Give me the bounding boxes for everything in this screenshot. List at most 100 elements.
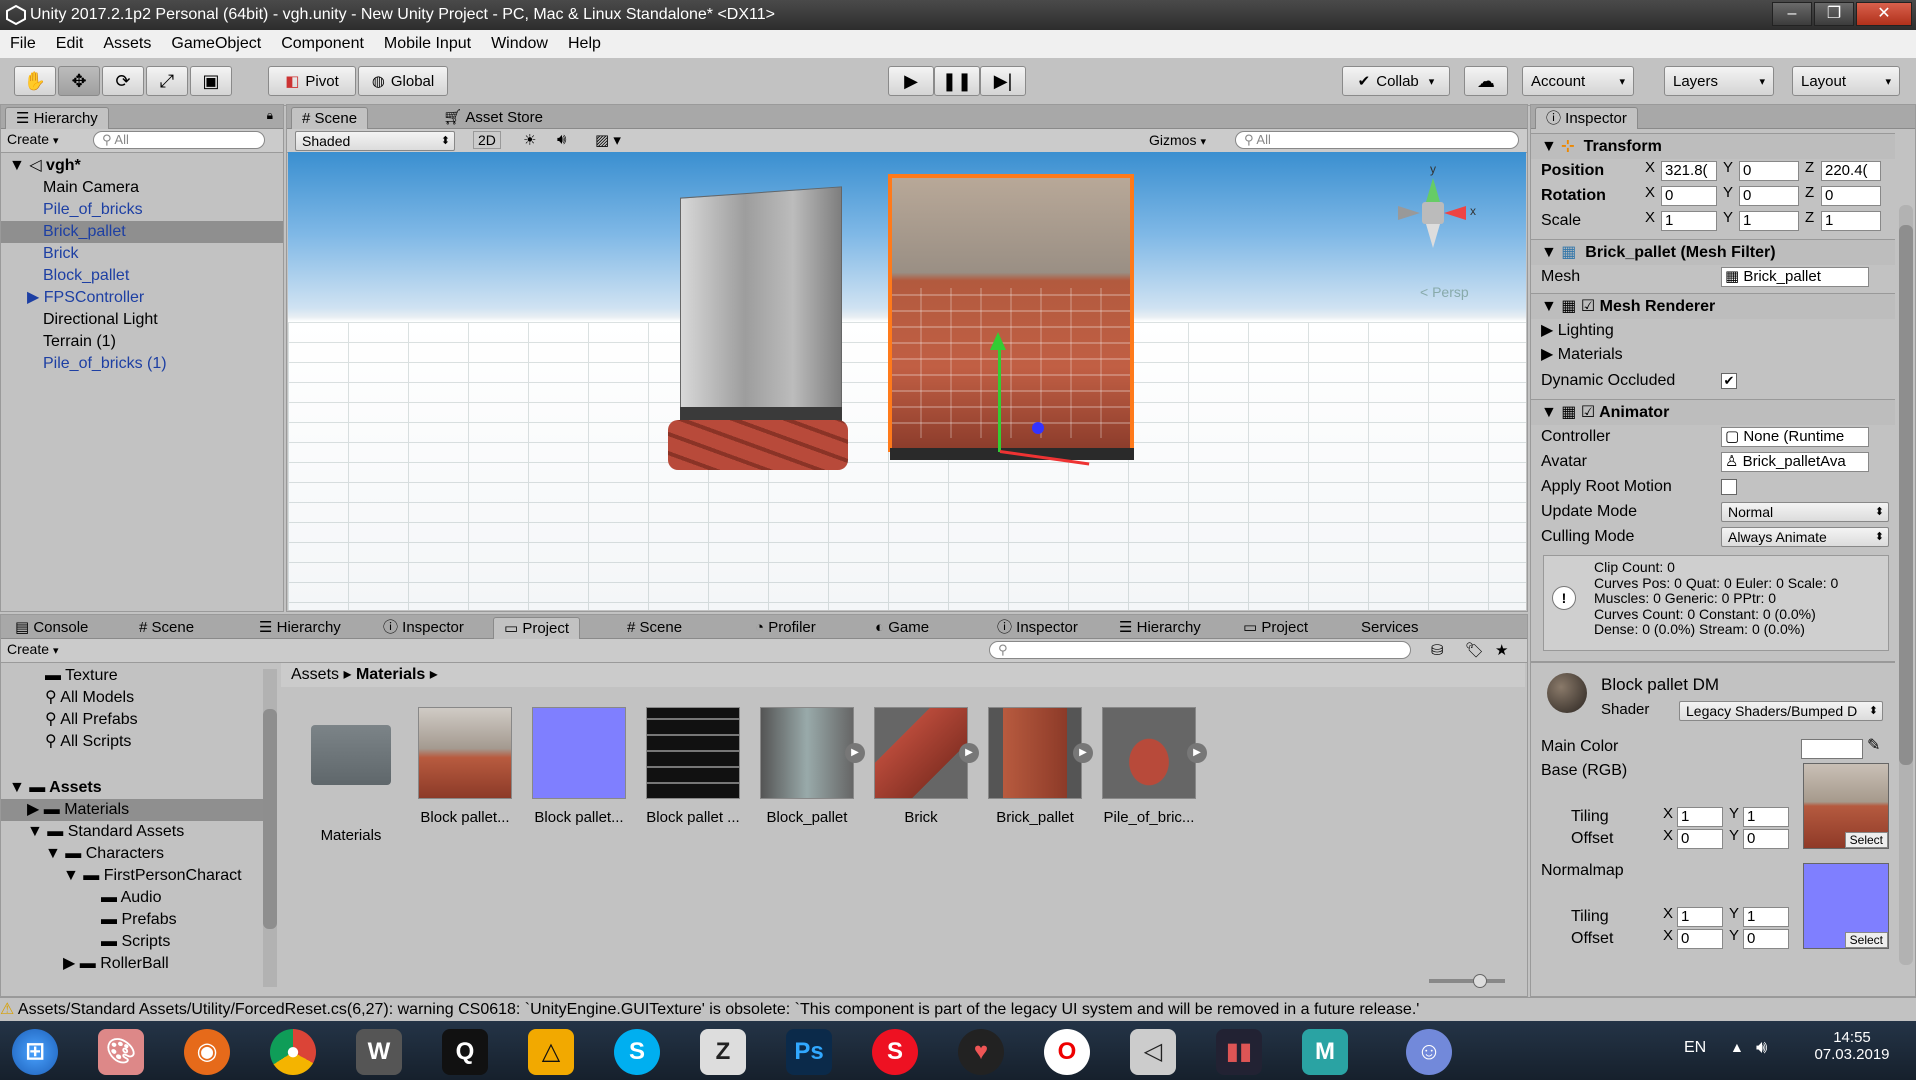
tiling-x-field[interactable]: 1 xyxy=(1677,807,1723,827)
tree-characters[interactable]: ▼ ▬ Characters xyxy=(1,843,263,865)
hierarchy-item[interactable]: Brick xyxy=(1,243,283,265)
global-toggle[interactable]: ◍ Global xyxy=(358,66,448,96)
scene-search-input[interactable]: ⚲ All xyxy=(1235,131,1519,149)
materials-foldout[interactable]: ▶ Materials xyxy=(1541,343,1886,367)
rotation-x-field[interactable]: 0 xyxy=(1661,186,1717,206)
tab-game[interactable]: ◐ Game xyxy=(865,617,939,639)
discord-icon[interactable]: ☺ xyxy=(1406,1029,1452,1075)
pause-button[interactable]: ❚❚ xyxy=(934,66,980,96)
apply-root-motion-checkbox[interactable] xyxy=(1721,479,1737,495)
tree-fps[interactable]: ▼ ▬ FirstPersonCharact xyxy=(1,865,263,887)
position-z-field[interactable]: 220.4( xyxy=(1821,161,1881,181)
asset-item[interactable]: Block pallet... xyxy=(415,707,515,826)
rotation-y-field[interactable]: 0 xyxy=(1739,186,1799,206)
pivot-toggle[interactable]: ◧ Pivot xyxy=(268,66,356,96)
collab-dropdown[interactable]: ✔ Collab xyxy=(1342,66,1450,96)
filter-type-icon[interactable]: ⛁ xyxy=(1431,641,1444,659)
offset-y-field[interactable]: 0 xyxy=(1743,829,1789,849)
tab-inspector[interactable]: ⓘ Inspector xyxy=(1535,107,1638,129)
menu-mobile-input[interactable]: Mobile Input xyxy=(374,35,481,53)
tab-console[interactable]: ▤ Console xyxy=(5,617,98,639)
play-button[interactable]: ▶ xyxy=(888,66,934,96)
hierarchy-item[interactable]: Main Camera xyxy=(1,177,283,199)
firefox-icon[interactable]: ◉ xyxy=(184,1029,230,1075)
asset-item[interactable]: Pile_of_bric... xyxy=(1099,707,1199,826)
close-button[interactable]: ✕ xyxy=(1856,2,1912,26)
step-button[interactable]: ▶| xyxy=(980,66,1026,96)
mesh-renderer-header[interactable]: ▼ ▦ ☑ Mesh Renderer xyxy=(1531,293,1895,319)
tab-project-2[interactable]: ▭ Project xyxy=(1233,617,1318,639)
hierarchy-item[interactable]: Block_pallet xyxy=(1,265,283,287)
rotate-tool-button[interactable]: ⟳ xyxy=(102,66,144,96)
menu-edit[interactable]: Edit xyxy=(46,35,94,53)
hierarchy-item-fpscontroller[interactable]: ▶ FPSController xyxy=(1,287,283,309)
equalizer-icon[interactable]: ▮▮ xyxy=(1216,1029,1262,1075)
breadcrumb-assets[interactable]: Assets xyxy=(291,666,339,683)
favorite-star-icon[interactable]: ★ xyxy=(1495,641,1508,659)
scale-y-field[interactable]: 1 xyxy=(1739,211,1799,231)
chrome-icon[interactable]: ● xyxy=(270,1029,316,1075)
shading-dropdown[interactable]: Shaded xyxy=(295,131,455,151)
pile-of-bricks-object[interactable] xyxy=(668,420,848,470)
normal-tiling-y-field[interactable]: 1 xyxy=(1743,907,1789,927)
menu-component[interactable]: Component xyxy=(271,35,374,53)
persp-label[interactable]: < Persp xyxy=(1420,284,1469,300)
tree-standard-assets[interactable]: ▼ ▬ Standard Assets xyxy=(1,821,263,843)
shader-dropdown[interactable]: Legacy Shaders/Bumped D xyxy=(1679,701,1883,721)
cloud-button[interactable]: ☁ xyxy=(1464,66,1508,96)
language-indicator[interactable]: EN xyxy=(1684,1039,1706,1057)
menu-file[interactable]: File xyxy=(0,35,46,53)
favorite-all-models[interactable]: ⚲ All Models xyxy=(1,687,263,709)
hierarchy-item[interactable]: Terrain (1) xyxy=(1,331,283,353)
orientation-gizmo[interactable]: y x xyxy=(1388,162,1476,254)
breadcrumb-materials[interactable]: Materials xyxy=(356,666,425,683)
tab-scene[interactable]: # Scene xyxy=(291,107,369,129)
heart-app-icon[interactable]: ♥ xyxy=(958,1029,1004,1075)
tab-hierarchy-2[interactable]: ☰ Hierarchy xyxy=(249,617,351,639)
animator-header[interactable]: ▼ ▦ ☑ Animator xyxy=(1531,399,1895,425)
tree-assets[interactable]: ▼ ▬ Assets xyxy=(1,777,263,799)
expand-prefab-icon[interactable]: ▶ xyxy=(1073,743,1093,763)
scale-z-field[interactable]: 1 xyxy=(1821,211,1881,231)
layers-dropdown[interactable]: Layers xyxy=(1664,66,1774,96)
asset-item[interactable]: Block pallet... xyxy=(529,707,629,826)
move-tool-button[interactable]: ✥ xyxy=(58,66,100,96)
menu-gameobject[interactable]: GameObject xyxy=(161,35,271,53)
lock-icon[interactable]: 🔒︎ xyxy=(267,108,273,123)
tab-services[interactable]: Services xyxy=(1351,617,1429,639)
volume-icon[interactable]: 🔊︎ xyxy=(1756,1037,1767,1058)
main-color-swatch[interactable] xyxy=(1801,739,1863,759)
menu-assets[interactable]: Assets xyxy=(93,35,161,53)
inspector-scrollbar[interactable] xyxy=(1899,205,1913,965)
eyedropper-icon[interactable]: ✎ xyxy=(1867,735,1880,755)
project-tree-scrollbar[interactable] xyxy=(263,669,277,987)
update-mode-dropdown[interactable]: Normal xyxy=(1721,502,1889,522)
gizmos-dropdown[interactable]: Gizmos xyxy=(1149,132,1206,148)
hierarchy-item[interactable]: Pile_of_bricks (1) xyxy=(1,353,283,375)
tiling-y-field[interactable]: 1 xyxy=(1743,807,1789,827)
audio-toggle-icon[interactable]: 🔊︎ xyxy=(557,131,566,148)
move-gizmo-z-handle[interactable] xyxy=(1032,422,1044,434)
project-create-dropdown[interactable]: Create xyxy=(7,641,59,657)
create-dropdown[interactable]: Create xyxy=(7,131,59,147)
asset-item[interactable]: Materials xyxy=(301,707,401,844)
filter-label-icon[interactable]: 🏷︎ xyxy=(1465,641,1484,659)
layout-dropdown[interactable]: Layout xyxy=(1792,66,1900,96)
normal-offset-y-field[interactable]: 0 xyxy=(1743,929,1789,949)
effects-toggle-icon[interactable]: ▨ ▾ xyxy=(595,131,621,149)
app-q-icon[interactable]: Q xyxy=(442,1029,488,1075)
maximize-button[interactable]: ❐ xyxy=(1814,2,1854,26)
position-y-field[interactable]: 0 xyxy=(1739,161,1799,181)
hierarchy-search-input[interactable]: ⚲ All xyxy=(93,131,265,149)
menu-help[interactable]: Help xyxy=(558,35,611,53)
status-bar[interactable]: ⚠ Assets/Standard Assets/Utility/ForcedR… xyxy=(0,997,1916,1021)
start-button[interactable]: ⊞ xyxy=(12,1029,58,1075)
tab-hierarchy[interactable]: ☰ Hierarchy xyxy=(5,107,109,129)
mesh-field[interactable]: ▦ Brick_pallet xyxy=(1721,267,1869,287)
tab-hierarchy-3[interactable]: ☰ Hierarchy xyxy=(1109,617,1211,639)
tab-asset-store[interactable]: 🛒︎ Asset Store xyxy=(433,107,553,129)
scale-tool-button[interactable]: ⤢ xyxy=(146,66,188,96)
tree-rollerball[interactable]: ▶ ▬ RollerBall xyxy=(1,953,263,975)
expand-arrow-icon[interactable]: ▶ xyxy=(27,289,39,306)
asset-item[interactable]: Brick xyxy=(871,707,971,826)
